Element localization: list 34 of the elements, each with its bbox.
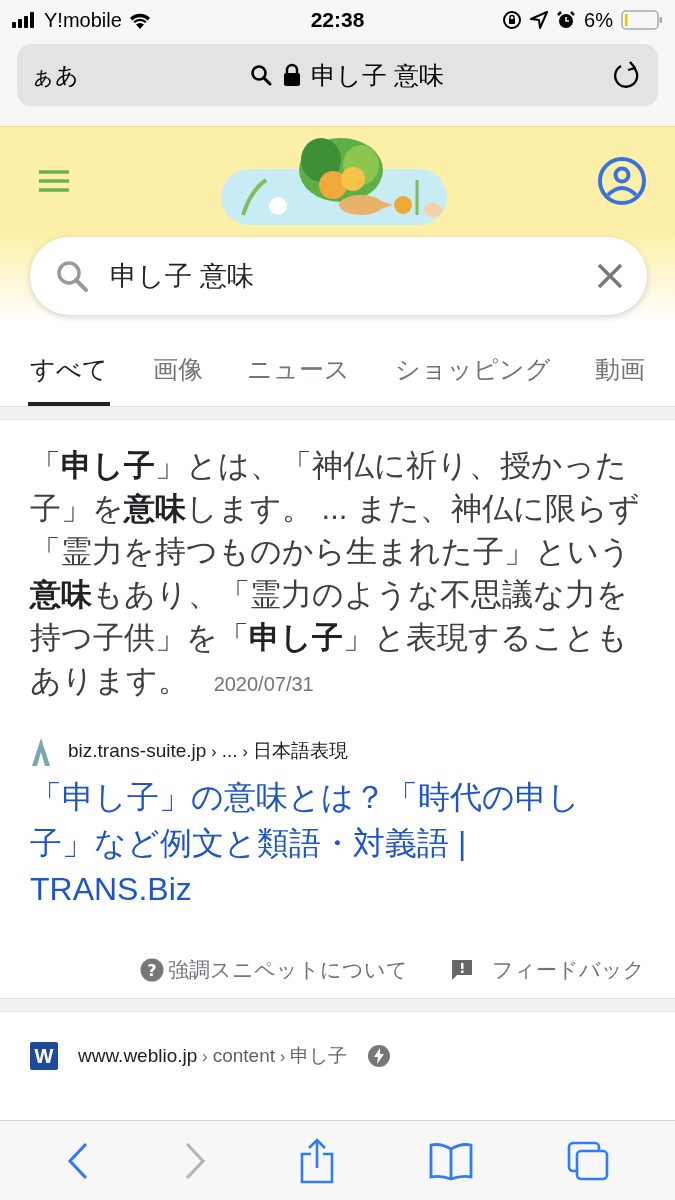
text-size-button[interactable]: ぁあ xyxy=(31,59,121,91)
help-icon: ? xyxy=(140,958,164,982)
tabs-icon[interactable] xyxy=(566,1140,609,1181)
alarm-icon xyxy=(556,10,577,30)
address-query: 申し子 意味 xyxy=(311,59,444,91)
snippet-text: 「申し子」とは、「神仏に祈り、授かった子」を意味します。 ... また、神仏に限らず「霊力を持つものから生まれた子」という意味もあり、「霊力のような不思議な力を持つ子供」を「申し子」と表現することもあります。 2020/07/31 xyxy=(30,447,642,700)
search-tab[interactable]: ニュース xyxy=(245,339,352,406)
share-icon[interactable] xyxy=(299,1137,336,1184)
search-input[interactable]: 申し子 意味 xyxy=(110,260,577,292)
clear-icon[interactable] xyxy=(597,263,623,289)
bookmarks-icon[interactable] xyxy=(428,1140,475,1181)
location-icon xyxy=(530,11,549,29)
feedback-link[interactable]: フィードバック xyxy=(450,956,645,984)
search-tab[interactable]: 動画 xyxy=(593,339,647,406)
lock-icon xyxy=(283,63,301,87)
search-tab[interactable]: 画像 xyxy=(150,339,205,406)
search-tab[interactable]: ショッピング xyxy=(392,339,553,406)
about-snippets-link[interactable]: ? 強調スニペットについて xyxy=(140,956,408,984)
account-icon[interactable] xyxy=(597,156,647,206)
site-logo-icon: W xyxy=(30,1042,58,1070)
battery-percent: 6% xyxy=(584,8,613,32)
menu-icon[interactable] xyxy=(37,169,71,193)
search-icon xyxy=(249,63,273,87)
search-icon xyxy=(54,258,90,294)
battery-icon xyxy=(621,10,663,30)
clock-time: 22:38 xyxy=(310,8,365,32)
carrier-name: Y!mobile xyxy=(44,8,122,32)
search-bar[interactable]: 申し子 意味 xyxy=(30,237,647,315)
result-title-link[interactable]: 「申し子」の意味とは？「時代の申し子」など例文と類語・対義語 | TRANS.Biz xyxy=(30,774,645,912)
site-breadcrumb: biz.trans-suite.jp › ... › 日本語表現 xyxy=(68,739,348,763)
rotation-lock-icon xyxy=(502,10,523,30)
address-bar[interactable]: ぁあ 申し子 意味 xyxy=(17,44,658,106)
feedback-icon xyxy=(450,958,474,982)
site-breadcrumb: www.weblio.jp › content › 申し子 xyxy=(78,1044,348,1068)
